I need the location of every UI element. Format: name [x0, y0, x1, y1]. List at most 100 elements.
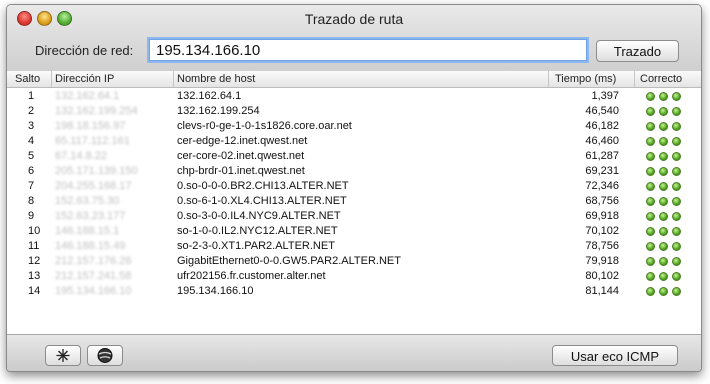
response-time: 69,231 [585, 165, 619, 177]
ok-dot-icon [672, 107, 681, 116]
ok-dot-icon [646, 182, 655, 191]
ok-dot-icon [646, 137, 655, 146]
ok-dot-icon [646, 257, 655, 266]
host-name: ufr202156.fr.customer.alter.net [177, 270, 326, 282]
status-indicators [646, 92, 685, 104]
table-row[interactable]: 14 195.134.166.10 195.134.166.10 81,144 [7, 284, 701, 299]
trace-button[interactable]: Trazado [596, 40, 679, 62]
hop-number: 13 [28, 270, 41, 282]
table-header: Salto Dirección IP Nombre de host Tiempo… [7, 71, 701, 88]
ok-dot-icon [672, 92, 681, 101]
table-row[interactable]: 2 132.162.199.254 132.162.199.254 46,540 [7, 104, 701, 119]
table-row[interactable]: 6 205.171.139.150 chp-brdr-01.inet.qwest.n… [7, 164, 701, 179]
ok-dot-icon [659, 92, 668, 101]
hop-number: 10 [28, 225, 41, 237]
status-indicators [646, 182, 685, 194]
table-row[interactable]: 7 204.255.168.17 0.so-0-0-0.BR2.CHI13.ALTE… [7, 179, 701, 194]
table-row[interactable]: 3 198.18.156.97 clevs-r0-ge-1-0-1s1826.cor… [7, 119, 701, 134]
response-time: 46,540 [585, 105, 619, 117]
ok-dot-icon [672, 152, 681, 161]
header-ok[interactable]: Correcto [640, 73, 682, 85]
status-indicators [646, 122, 685, 134]
hop-number: 9 [28, 210, 35, 222]
table-row[interactable]: 10 146.188.15.1 so-1-0-0.IL2.NYC12.ALTER.N… [7, 224, 701, 239]
response-time: 46,182 [585, 120, 619, 132]
table-row[interactable]: 11 146.188.15.49 so-2-3-0.XT1.PAR2.ALTER.N… [7, 239, 701, 254]
response-time: 72,346 [585, 180, 619, 192]
table-row[interactable]: 4 65.117.112.161 cer-edge-12.inet.qwest.ne… [7, 134, 701, 149]
host-name: GigabitEthernet0-0-0.GW5.PAR2.ALTER.NET [177, 255, 401, 267]
ok-dot-icon [646, 212, 655, 221]
ip-address: 195.134.166.10 [55, 285, 132, 297]
status-indicators [646, 242, 685, 254]
hop-number: 6 [28, 165, 35, 177]
window-title: Trazado de ruta [304, 11, 404, 27]
response-time: 68,756 [585, 195, 619, 207]
ok-dot-icon [646, 152, 655, 161]
ok-dot-icon [659, 212, 668, 221]
bottom-bar: Usar eco ICMP [7, 335, 701, 371]
header-ip[interactable]: Dirección IP [55, 73, 114, 85]
host-name: cer-core-02.inet.qwest.net [177, 150, 305, 162]
use-icmp-echo-button[interactable]: Usar eco ICMP [552, 345, 678, 366]
host-name: clevs-r0-ge-1-0-1s1826.core.oar.net [177, 120, 352, 132]
table-row[interactable]: 5 67.14.8.22 cer-core-02.inet.qwest.net 61,… [7, 149, 701, 164]
response-time: 70,102 [585, 225, 619, 237]
ip-address: 152.63.23.177 [55, 210, 126, 222]
ip-address: 205.171.139.150 [55, 165, 138, 177]
host-name: so-1-0-0.IL2.NYC12.ALTER.NET [177, 225, 338, 237]
host-name: 0.so-0-0-0.BR2.CHI13.ALTER.NET [177, 180, 349, 192]
table-row[interactable]: 13 212.157.241.58 ufr202156.fr.customer.al… [7, 269, 701, 284]
host-name: so-2-3-0.XT1.PAR2.ALTER.NET [177, 240, 335, 252]
table-row[interactable]: 12 212.157.176.26 GigabitEthernet0-0-0.GW5… [7, 254, 701, 269]
ok-dot-icon [659, 287, 668, 296]
ok-dot-icon [646, 122, 655, 131]
table-row[interactable]: 9 152.63.23.177 0.so-3-0-0.IL4.NYC9.ALTER.… [7, 209, 701, 224]
network-utility-icon [56, 349, 70, 362]
header-hop[interactable]: Salto [15, 73, 40, 85]
response-time: 1,397 [591, 90, 619, 102]
status-indicators [646, 167, 685, 179]
ok-dot-icon [659, 242, 668, 251]
ok-dot-icon [646, 227, 655, 236]
ip-address: 204.255.168.17 [55, 180, 132, 192]
header-time[interactable]: Tiempo (ms) [555, 73, 616, 85]
ok-dot-icon [672, 227, 681, 236]
network-utility-button[interactable] [45, 345, 81, 366]
ok-dot-icon [659, 257, 668, 266]
host-name: 0.so-3-0-0.IL4.NYC9.ALTER.NET [177, 210, 341, 222]
ip-address: 146.188.15.1 [55, 225, 120, 237]
ok-dot-icon [659, 182, 668, 191]
status-indicators [646, 272, 685, 284]
response-time: 80,102 [585, 270, 619, 282]
hop-number: 5 [28, 150, 35, 162]
header-host[interactable]: Nombre de host [177, 73, 255, 85]
response-time: 78,756 [585, 240, 619, 252]
response-time: 46,460 [585, 135, 619, 147]
hop-number: 14 [28, 285, 41, 297]
hop-number: 12 [28, 255, 41, 267]
hop-number: 2 [28, 105, 35, 117]
ok-dot-icon [646, 197, 655, 206]
ok-dot-icon [672, 212, 681, 221]
status-indicators [646, 287, 685, 299]
ok-dot-icon [672, 197, 681, 206]
ok-dot-icon [646, 287, 655, 296]
host-name: 132.162.64.1 [177, 90, 242, 102]
ok-dot-icon [646, 167, 655, 176]
table-row[interactable]: 1 132.162.64.1 132.162.64.1 1,397 [7, 89, 701, 104]
hop-number: 4 [28, 135, 35, 147]
ok-dot-icon [659, 197, 668, 206]
ok-dot-icon [646, 92, 655, 101]
ok-dot-icon [672, 257, 681, 266]
ok-dot-icon [672, 272, 681, 281]
globe-button[interactable] [87, 345, 123, 366]
network-address-input[interactable] [149, 39, 587, 61]
hop-number: 8 [28, 195, 35, 207]
ok-dot-icon [659, 167, 668, 176]
status-indicators [646, 227, 685, 239]
table-row[interactable]: 8 152.63.75.30 0.so-6-1-0.XL4.CHI13.ALTER.… [7, 194, 701, 209]
ip-address: 146.188.15.49 [55, 240, 126, 252]
ip-address: 212.157.241.58 [55, 270, 132, 282]
ip-address: 67.14.8.22 [55, 150, 107, 162]
